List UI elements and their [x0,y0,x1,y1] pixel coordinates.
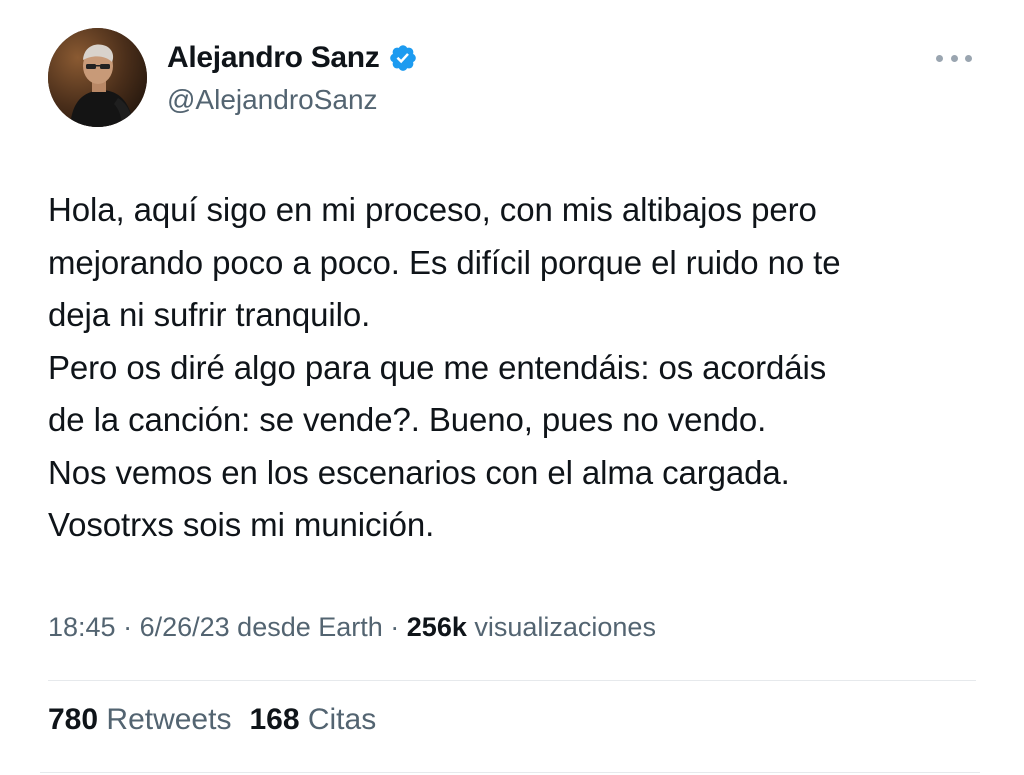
tweet-text-line: Vosotrxs sois mi munición. [48,506,435,543]
tweet-text-line: Nos vemos en los escenarios con el alma … [48,453,790,491]
tweet-text-line: mejorando poco a poco. Es difícil porque… [48,243,841,281]
meta-separator: · [382,612,407,642]
tweet-time[interactable]: 18:45 [48,612,116,642]
dot [936,54,943,62]
tweet-text-line: deja ni sufrir tranquilo. [48,296,371,333]
tweet-text-line: Hola, aquí sigo en mi proceso, con mis a… [48,191,817,228]
divider-bottom [40,772,980,773]
more-horizontal-icon[interactable] [936,48,972,68]
display-name[interactable]: Alejandro Sanz [167,41,380,75]
quotes-count: 168 [249,703,300,736]
meta-separator: · [115,612,140,642]
name-row: Alejandro Sanz [167,40,418,76]
tweet-text: Hola, aquí sigo en mi proceso, con mis a… [48,184,988,552]
author-handle[interactable]: @AlejandroSanz [167,84,418,116]
engagement-stats: 780 Retweets 168 Citas [48,703,376,737]
tweet-source: desde Earth [229,612,383,642]
avatar[interactable] [48,28,147,127]
tweet-date[interactable]: 6/26/23 [140,612,230,642]
dot [965,54,972,62]
author-identity: Alejandro Sanz @AlejandroSanz [167,40,418,116]
dot [950,54,958,62]
quotes-stat[interactable]: 168 Citas [249,703,376,737]
views-count: 256k [406,612,467,642]
avatar-image [48,28,147,127]
tweet-meta: 18:45 · 6/26/23 desde Earth · 256k visua… [48,612,656,643]
tweet-header: Alejandro Sanz @AlejandroSanz [48,28,978,128]
retweets-label: Retweets [98,703,232,736]
quotes-label: Citas [299,703,377,736]
tweet-text-line: de la canción: se vende?. Bueno, pues no… [48,401,767,438]
divider [48,680,976,681]
retweets-count: 780 [48,703,99,736]
verified-badge-icon [388,43,418,73]
tweet-text-line: Pero os diré algo para que me entendáis:… [48,348,827,386]
retweets-stat[interactable]: 780 Retweets [48,703,231,737]
views-label: visualizaciones [466,612,656,642]
tweet-card: Alejandro Sanz @AlejandroSanz Hola, aquí… [0,0,1024,775]
